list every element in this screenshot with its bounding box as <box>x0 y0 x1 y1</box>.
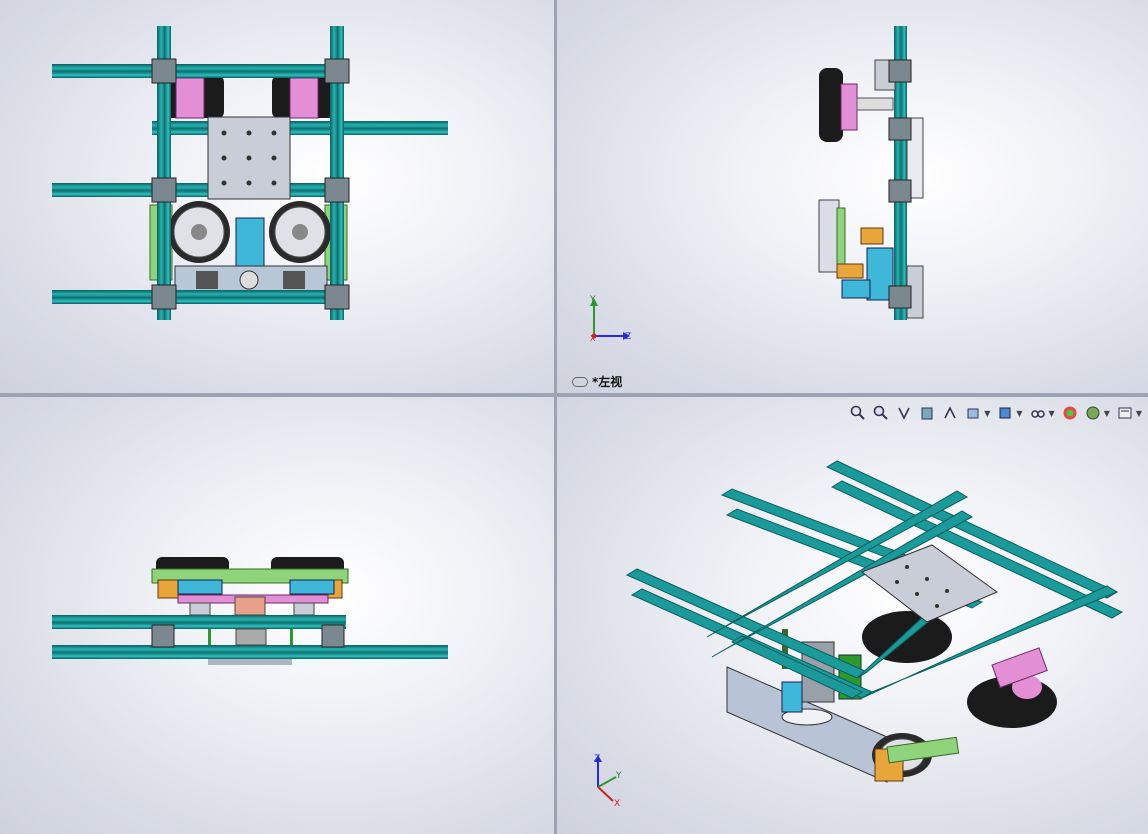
triad-z-label: Z <box>594 754 600 764</box>
isometric-model[interactable]: Z Y X <box>557 397 1148 834</box>
extrusion-h2 <box>152 121 448 135</box>
viewport-isometric-view[interactable]: ▼ ▼ ▼ ▼ ▼ Z Y X <box>557 397 1148 834</box>
mounting-plate <box>860 544 999 623</box>
wheel-front <box>967 676 1057 728</box>
triad-y-label: Y <box>615 771 622 781</box>
extrusion-h4 <box>52 290 348 304</box>
extrusion-h3 <box>52 183 348 197</box>
viewport-left-view[interactable]: Y Z X *左视 <box>557 0 1148 393</box>
triad-x-label: X <box>590 334 596 343</box>
extrusion-iso-5 <box>625 568 869 679</box>
motor-mount <box>235 217 265 267</box>
viewport-splitter-horizontal[interactable] <box>0 393 1148 397</box>
bracket-pink <box>289 77 319 119</box>
triad-x-label: X <box>614 799 620 809</box>
triad-y-label: Y <box>589 295 596 305</box>
link-view-icon[interactable] <box>572 376 588 387</box>
triad-z-label: Z <box>625 332 631 342</box>
lower-bracket <box>818 199 840 273</box>
left-view-model[interactable]: Y Z X <box>557 0 1148 393</box>
viewport-splitter-vertical[interactable] <box>554 0 557 834</box>
coordinate-triad: Z Y X <box>594 754 622 809</box>
extrusion-h1 <box>52 64 328 78</box>
view-name-label: *左视 <box>572 373 622 390</box>
front-view-model[interactable] <box>0 397 554 834</box>
wheel <box>819 68 843 142</box>
view-name-text: *左视 <box>592 375 623 389</box>
coordinate-triad: Y Z X <box>589 295 631 343</box>
bracket-pink <box>175 77 205 119</box>
viewport-top-view[interactable] <box>0 0 554 393</box>
top-view-model[interactable] <box>0 0 554 393</box>
viewport-front-view[interactable] <box>0 397 554 834</box>
extrusion-lower <box>52 645 448 659</box>
extrusion-upper <box>52 615 346 629</box>
